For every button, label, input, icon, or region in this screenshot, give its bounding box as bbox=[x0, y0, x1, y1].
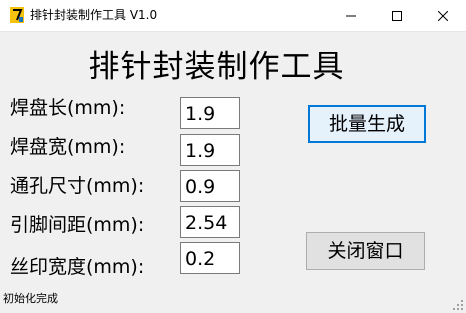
app-logo-icon bbox=[10, 7, 24, 23]
close-window-button[interactable] bbox=[420, 0, 466, 31]
status-text: 初始化完成 bbox=[3, 292, 58, 305]
resize-grip-icon[interactable] bbox=[452, 299, 464, 311]
maximize-button[interactable] bbox=[374, 0, 420, 31]
pin-pitch-label: 引脚间距(mm): bbox=[10, 214, 145, 236]
batch-generate-button[interactable]: 批量生成 bbox=[308, 105, 426, 143]
minimize-icon bbox=[346, 15, 356, 16]
silkscreen-width-input[interactable] bbox=[180, 242, 240, 274]
status-bar: 初始化完成 bbox=[0, 288, 466, 313]
page-title: 排针封装制作工具 bbox=[88, 49, 345, 85]
hole-size-input[interactable] bbox=[180, 170, 240, 202]
close-window-action-button[interactable]: 关闭窗口 bbox=[306, 232, 425, 270]
pad-width-label: 焊盘宽(mm): bbox=[10, 136, 126, 158]
title-bar[interactable]: 排针封装制作工具 V1.0 bbox=[0, 0, 466, 32]
maximize-icon bbox=[392, 10, 402, 21]
hole-size-label: 通孔尺寸(mm): bbox=[10, 175, 145, 197]
pad-length-input[interactable] bbox=[180, 97, 240, 129]
pin-pitch-input[interactable] bbox=[180, 206, 240, 238]
close-icon bbox=[438, 10, 448, 21]
minimize-button[interactable] bbox=[328, 0, 374, 31]
silkscreen-width-label: 丝印宽度(mm): bbox=[10, 256, 145, 278]
pad-width-input[interactable] bbox=[180, 134, 240, 166]
pad-length-label: 焊盘长(mm): bbox=[10, 97, 126, 119]
window-title: 排针封装制作工具 V1.0 bbox=[30, 8, 158, 22]
